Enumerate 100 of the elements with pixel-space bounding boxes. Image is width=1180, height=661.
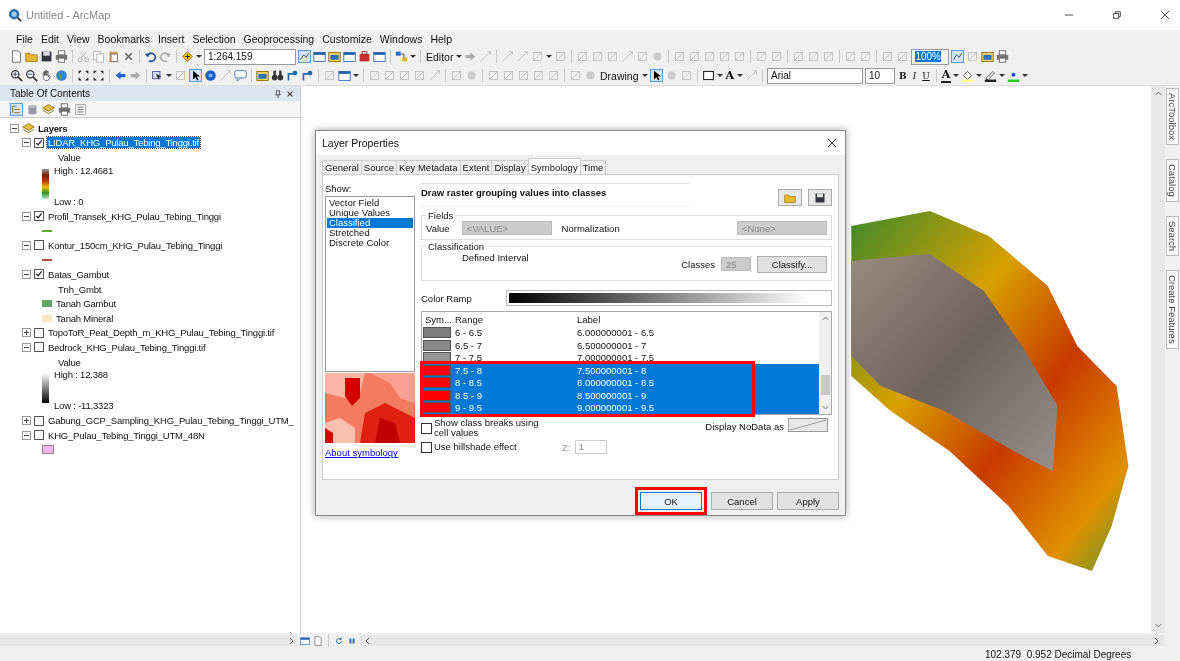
menu-item[interactable]: Bookmarks <box>93 32 155 45</box>
model-icon[interactable] <box>395 50 408 63</box>
vertical-scrollbar[interactable] <box>1151 86 1165 633</box>
scale-dropdown[interactable]: 1:264.159 <box>204 48 296 65</box>
refresh-icon[interactable] <box>334 635 344 646</box>
scroll-left-icon[interactable] <box>364 636 370 645</box>
toolbox-icon[interactable] <box>358 50 371 63</box>
menu-item[interactable]: Help <box>426 32 457 45</box>
layer-name[interactable]: TopoToR_Peat_Depth_m_KHG_Pulau_Tebing_Tinggi.tif <box>47 327 276 339</box>
list-by-drawing-order-icon[interactable] <box>10 102 23 116</box>
layer-name[interactable]: Batas_Gambut <box>47 268 110 280</box>
about-symbology-link[interactable]: About symbology <box>325 447 415 459</box>
close-icon[interactable] <box>1160 10 1170 20</box>
arrow-left-icon[interactable] <box>114 69 127 82</box>
menu-item[interactable]: Edit <box>36 32 63 45</box>
menu-item[interactable]: View <box>63 32 94 45</box>
font-size-dropdown[interactable]: 10 <box>865 67 896 84</box>
full-extent-icon[interactable] <box>77 69 90 82</box>
new-document-icon[interactable] <box>10 50 23 63</box>
dialog-tab[interactable]: Time <box>579 160 607 175</box>
caret-icon[interactable] <box>716 74 723 77</box>
caret-icon[interactable] <box>1022 74 1029 77</box>
layer-name[interactable]: Gabung_GCP_Sampling_KHG_Pulau_Tebing_Tinggi_UTM_ <box>47 415 295 427</box>
layers-icon[interactable] <box>42 102 55 116</box>
expand-toggle[interactable] <box>22 240 31 250</box>
printer-icon[interactable] <box>55 50 68 63</box>
layer-checkbox[interactable] <box>34 430 44 441</box>
undo-icon[interactable] <box>144 50 157 63</box>
layer-checkbox[interactable] <box>34 137 44 148</box>
column-header[interactable]: Sym... <box>422 313 452 325</box>
vertical-scrollbar[interactable] <box>819 312 831 415</box>
line-tool-icon[interactable] <box>298 50 311 63</box>
menu-item[interactable]: Windows <box>375 32 427 45</box>
side-tab[interactable]: Search <box>1166 215 1179 256</box>
scroll-right-icon[interactable] <box>289 636 295 645</box>
column-header[interactable]: Range <box>452 313 574 325</box>
caret-icon[interactable] <box>999 74 1006 77</box>
layer-name[interactable]: Kontur_150cm_KHG_Pulau_Tebing_Tinggi <box>47 239 224 251</box>
zoom-dropdown[interactable]: 100% <box>911 48 950 65</box>
full-extent-icon[interactable] <box>92 69 105 82</box>
menu-item[interactable]: File <box>12 32 37 45</box>
catalog-icon[interactable] <box>981 50 995 63</box>
format-button[interactable]: U <box>920 70 932 81</box>
dialog-tab[interactable]: Symbology <box>527 158 581 175</box>
dialog-button[interactable]: Apply <box>777 492 839 510</box>
menu-item[interactable]: Selection <box>188 32 240 45</box>
zoom-in-icon[interactable] <box>10 69 23 82</box>
delete-icon[interactable] <box>122 50 135 63</box>
text-tool-button[interactable]: A <box>724 69 736 82</box>
route-icon[interactable] <box>301 69 314 82</box>
scroll-down-icon[interactable] <box>821 405 829 412</box>
scroll-up-icon[interactable] <box>821 315 829 322</box>
zoom-out-icon[interactable] <box>25 69 38 82</box>
expand-toggle[interactable] <box>22 328 31 338</box>
list-icon[interactable] <box>74 102 87 116</box>
expand-toggle[interactable] <box>22 416 31 426</box>
expand-toggle[interactable] <box>22 269 31 279</box>
checkbox[interactable] <box>421 422 432 434</box>
layer-checkbox[interactable] <box>34 342 44 353</box>
close-icon[interactable] <box>286 89 294 98</box>
expand-toggle[interactable] <box>22 430 31 440</box>
pointer-icon[interactable] <box>189 69 202 82</box>
new-document-icon[interactable] <box>313 635 323 646</box>
dialog-button[interactable]: Cancel <box>711 492 773 510</box>
expand-toggle[interactable] <box>10 123 19 133</box>
scroll-right-icon[interactable] <box>1154 636 1160 645</box>
window-icon[interactable] <box>343 50 356 63</box>
binoculars-icon[interactable] <box>271 69 284 82</box>
checkbox[interactable] <box>421 441 432 453</box>
list-item[interactable]: Unique Values <box>327 208 413 219</box>
layer-name[interactable]: Profil_Transek_KHG_Pulau_Tebing_Tinggi <box>47 210 222 222</box>
list-item[interactable]: Discrete Color <box>327 238 413 249</box>
font-dropdown[interactable]: Arial <box>767 67 864 84</box>
format-button[interactable]: I <box>910 70 919 81</box>
close-icon[interactable] <box>827 138 837 149</box>
clipboard-icon[interactable] <box>107 50 120 63</box>
layer-name[interactable]: LIDAR_KHG_Pulau_Tebing_Tinggi.tif <box>47 137 200 149</box>
table-row[interactable]: 8 - 8.5 8.000000001 - 8.5 <box>422 376 819 389</box>
speech-bubble-icon[interactable] <box>234 69 247 82</box>
window-icon[interactable] <box>373 50 386 63</box>
save-button[interactable] <box>808 189 832 207</box>
expand-toggle[interactable] <box>22 342 31 352</box>
color-ramp-dropdown[interactable] <box>505 290 832 307</box>
rectangle-icon[interactable] <box>701 69 715 82</box>
scroll-thumb[interactable] <box>820 375 830 396</box>
nodata-color-picker[interactable] <box>788 418 828 433</box>
layer-checkbox[interactable] <box>34 415 44 426</box>
globe-icon[interactable] <box>55 69 68 82</box>
hand-icon[interactable] <box>40 69 53 82</box>
editor-menu[interactable]: Editor <box>425 50 455 63</box>
list-item[interactable]: Vector Field <box>327 198 413 209</box>
layer-name[interactable]: Bedrock_KHG_Pulau_Tebing_Tinggi.tif <box>47 341 207 353</box>
caret-icon[interactable] <box>456 55 463 58</box>
side-tab[interactable]: Catalog <box>1166 159 1179 202</box>
expand-toggle[interactable] <box>22 211 31 221</box>
printer-icon[interactable] <box>996 50 1010 63</box>
caret-icon[interactable] <box>976 74 983 77</box>
catalog-icon[interactable] <box>256 69 269 82</box>
line-tool-icon[interactable] <box>951 50 965 63</box>
layer-checkbox[interactable] <box>34 269 44 280</box>
